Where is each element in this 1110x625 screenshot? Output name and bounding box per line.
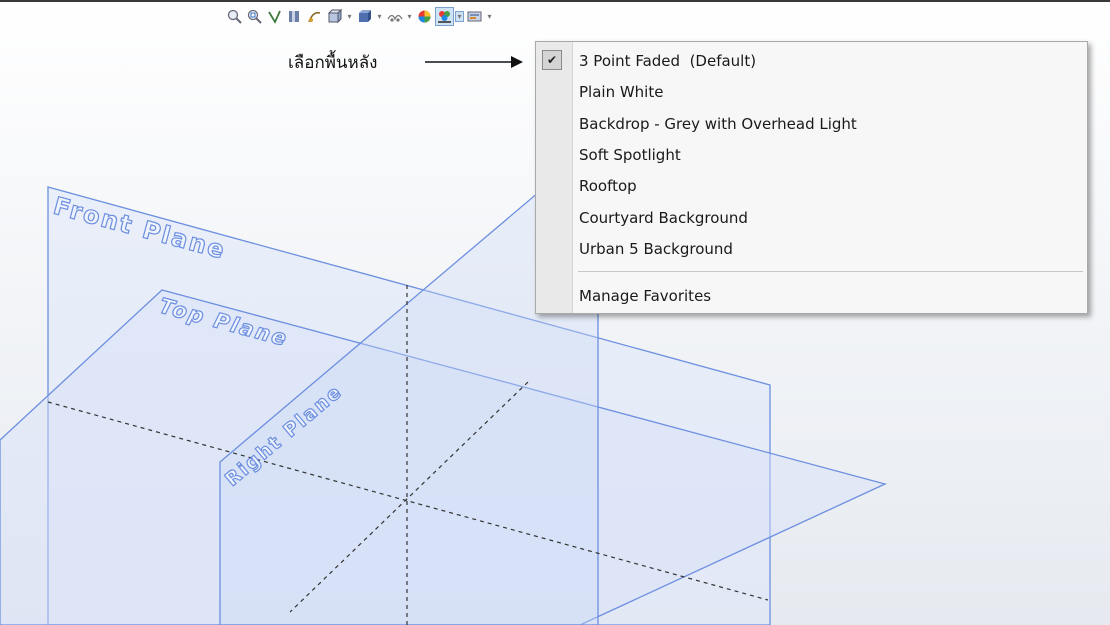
- dynamic-annotation-icon[interactable]: [306, 8, 323, 25]
- callout-arrow-icon: [425, 56, 523, 68]
- menu-item-urban-5-background[interactable]: Urban 5 Background: [536, 233, 1087, 264]
- select-background-callout: เลือกพื้นหลัง: [288, 53, 378, 73]
- menu-item-label: Plain White: [579, 82, 664, 101]
- menu-item-backdrop-grey[interactable]: Backdrop - Grey with Overhead Light: [536, 108, 1087, 139]
- menu-item-label: Rooftop: [579, 176, 637, 195]
- menu-item-courtyard-background[interactable]: Courtyard Background: [536, 202, 1087, 233]
- chevron-down-icon[interactable]: ▾: [406, 12, 413, 21]
- menu-item-label: Courtyard Background: [579, 208, 748, 227]
- menu-item-rooftop[interactable]: Rooftop: [536, 170, 1087, 201]
- menu-item-label: Urban 5 Background: [579, 239, 733, 258]
- chevron-down-icon[interactable]: ▾: [346, 12, 353, 21]
- menu-item-manage-favorites[interactable]: Manage Favorites: [536, 280, 1087, 311]
- menu-item-label: Backdrop - Grey with Overhead Light: [579, 114, 857, 133]
- menu-item-label: Manage Favorites: [579, 286, 712, 305]
- heads-up-view-toolbar: ▾ ▾ ▾ ▾ ▾: [226, 4, 493, 28]
- section-view-icon[interactable]: [286, 8, 303, 25]
- display-style-icon[interactable]: [356, 8, 373, 25]
- menu-item-label: 3 Point Faded (Default): [579, 51, 757, 70]
- zoom-area-icon[interactable]: [246, 8, 263, 25]
- previous-view-icon[interactable]: [266, 8, 283, 25]
- apply-scene-icon[interactable]: [435, 6, 454, 26]
- zoom-to-fit-icon[interactable]: [226, 8, 243, 25]
- chevron-down-icon[interactable]: ▾: [455, 10, 464, 22]
- view-orientation-icon[interactable]: [326, 8, 343, 25]
- menu-separator: [578, 271, 1083, 272]
- menu-item-label: Soft Spotlight: [579, 145, 681, 164]
- hide-show-items-icon[interactable]: [386, 8, 403, 25]
- menu-item-soft-spotlight[interactable]: Soft Spotlight: [536, 139, 1087, 170]
- chevron-down-icon[interactable]: ▾: [486, 12, 493, 21]
- scene-dropdown-menu: ✔ 3 Point Faded (Default) Plain White Ba…: [535, 41, 1088, 314]
- view-settings-icon[interactable]: [466, 8, 483, 25]
- check-icon: ✔: [542, 50, 562, 70]
- menu-item-3-point-faded[interactable]: ✔ 3 Point Faded (Default): [536, 45, 1087, 76]
- menu-item-plain-white[interactable]: Plain White: [536, 76, 1087, 107]
- chevron-down-icon[interactable]: ▾: [376, 12, 383, 21]
- edit-appearance-icon[interactable]: [416, 8, 433, 25]
